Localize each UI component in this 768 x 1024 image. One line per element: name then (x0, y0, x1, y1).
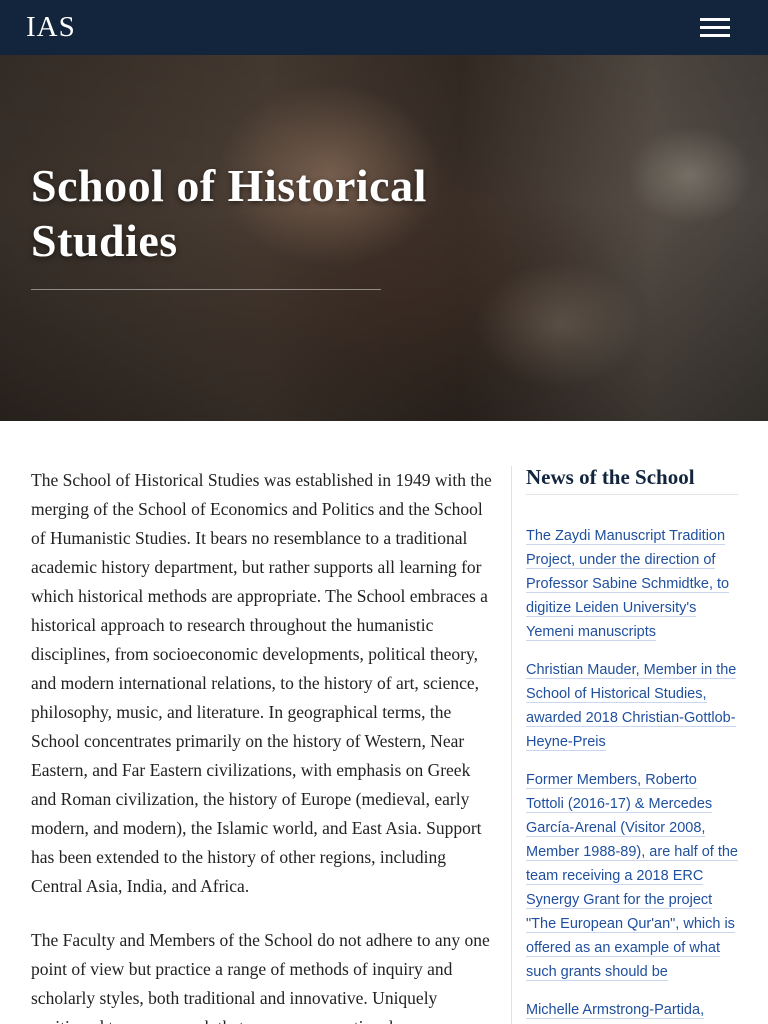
sidebar-heading: News of the School (526, 462, 738, 495)
news-link[interactable]: The Zaydi Manuscript Tradition Project, … (526, 524, 738, 644)
column-divider (511, 466, 512, 1024)
news-link[interactable]: Michelle Armstrong-Partida, (526, 998, 738, 1022)
news-link-text: Former Members, Roberto Tottoli (2016-17… (526, 772, 738, 981)
main-content: The School of Historical Studies was est… (31, 466, 497, 1024)
menu-line-bottom (700, 34, 730, 37)
menu-line-top (700, 18, 730, 21)
page-title: School of Historical Studies (31, 160, 427, 266)
news-link[interactable]: Christian Mauder, Member in the School o… (526, 658, 738, 754)
news-sidebar: News of the School The Zaydi Manuscript … (526, 462, 738, 1024)
intro-paragraph: The School of Historical Studies was est… (31, 470, 492, 896)
second-paragraph: The Faculty and Members of the School do… (31, 930, 490, 1024)
news-link-text: Christian Mauder, Member in the School o… (526, 662, 737, 751)
menu-line-middle (700, 26, 730, 29)
ias-logo[interactable]: IAS (26, 11, 76, 43)
title-underline-divider (31, 289, 381, 290)
news-link-text: Michelle Armstrong-Partida, (526, 1002, 705, 1019)
hero-banner: School of Historical Studies (0, 55, 768, 421)
hamburger-menu-icon[interactable] (698, 16, 732, 40)
news-link[interactable]: Former Members, Roberto Tottoli (2016-17… (526, 768, 738, 984)
news-link-text: The Zaydi Manuscript Tradition Project, … (526, 528, 730, 641)
site-header: IAS (0, 0, 768, 55)
